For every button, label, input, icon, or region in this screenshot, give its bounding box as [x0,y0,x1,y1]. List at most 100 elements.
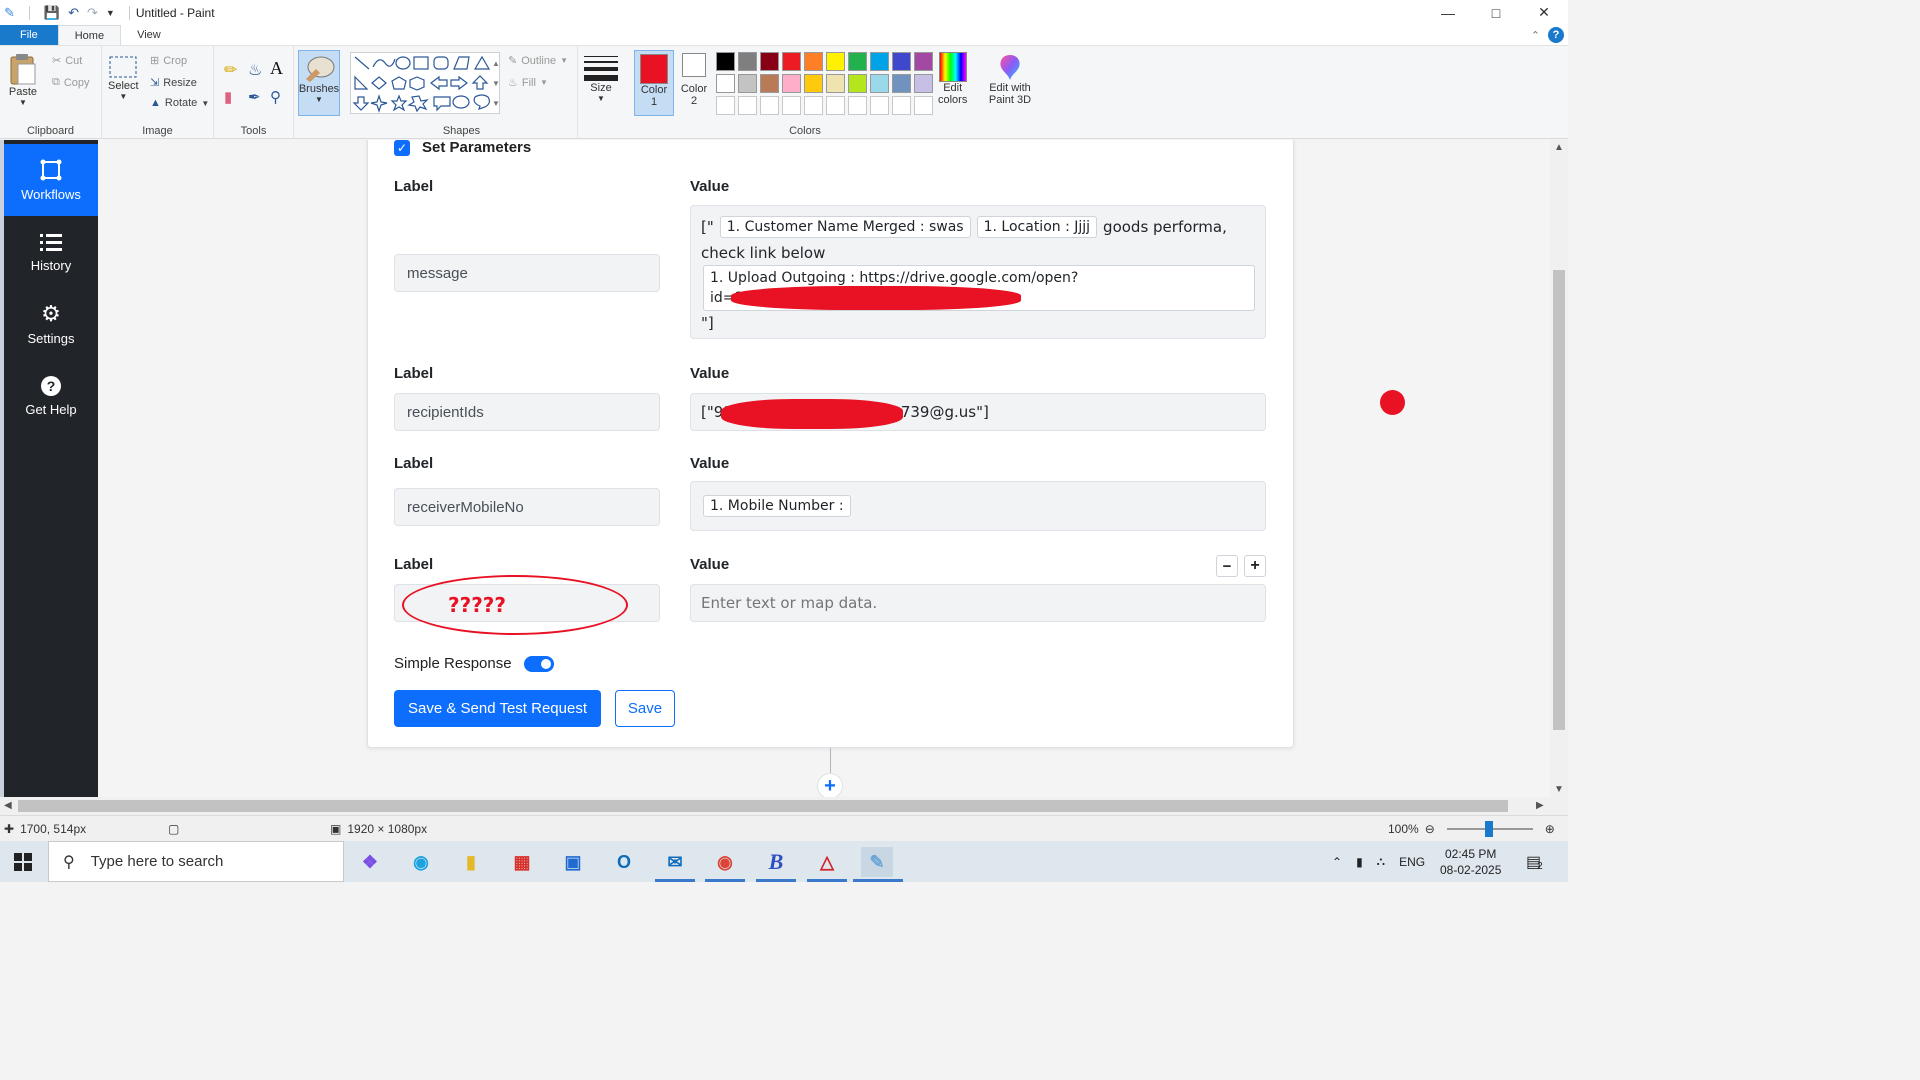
add-row-button[interactable]: + [1244,555,1266,577]
palette-swatch[interactable] [892,52,911,71]
text-tool-icon[interactable]: A [270,58,283,79]
shapes-gallery[interactable] [350,52,500,114]
help-icon[interactable]: ? [1548,27,1564,43]
file-explorer-icon[interactable]: ▮ [455,847,487,877]
palette-swatch[interactable] [738,96,757,115]
b-app-icon[interactable]: B [760,847,792,877]
palette-swatch[interactable] [892,74,911,93]
label-input-recipient-ids[interactable]: recipientIds [394,393,660,431]
gift-icon[interactable]: ▦ [506,847,538,877]
acrobat-icon[interactable]: △ [811,847,843,877]
redo-icon[interactable]: ↷ [87,5,98,21]
copy-button[interactable]: ⧉ Copy [52,76,90,89]
start-button[interactable] [14,853,32,871]
palette-swatch[interactable] [848,96,867,115]
horizontal-scrollbar[interactable]: ◀ ▶ [0,797,1568,815]
palette-swatch[interactable] [826,52,845,71]
undo-icon[interactable]: ↶ [68,5,79,21]
value-input-message[interactable]: [" 1. Customer Name Merged : swas 1. Loc… [690,205,1266,339]
palette-swatch[interactable] [782,52,801,71]
minimize-button[interactable]: — [1424,0,1472,25]
color-picker-icon[interactable]: ✒ [248,88,261,106]
palette-swatch[interactable] [716,52,735,71]
palette-swatch[interactable] [848,74,867,93]
palette-swatch[interactable] [760,96,779,115]
tray-overflow-icon[interactable]: ⌃ [1332,855,1342,869]
remove-row-button[interactable]: − [1216,555,1238,577]
palette-swatch[interactable] [848,52,867,71]
pencil-icon[interactable]: ✏ [224,60,237,80]
sidebar-item-workflows[interactable]: Workflows [4,144,98,216]
zoom-in-icon[interactable]: ⊕ [1545,822,1555,836]
sidebar-item-history[interactable]: History [4,216,98,288]
select-button[interactable]: Select ▼ [108,54,139,101]
palette-swatch[interactable] [760,74,779,93]
paint-taskbar-icon[interactable]: ✎ [861,847,893,877]
size-button[interactable]: Size ▼ [584,54,618,103]
scroll-thumb[interactable] [1553,270,1565,730]
chrome-icon[interactable]: ◉ [709,847,741,877]
color2-button[interactable]: Color 2 [676,53,712,107]
palette-swatch[interactable] [870,52,889,71]
sidebar-item-settings[interactable]: ⚙ Settings [4,288,98,360]
label-input-receiver-mobile[interactable]: receiverMobileNo [394,488,660,526]
palette-swatch[interactable] [870,74,889,93]
outlook-new-icon[interactable]: ✉ [659,847,691,877]
save-button[interactable]: Save [615,690,675,727]
palette-swatch[interactable] [760,52,779,71]
vertical-scrollbar[interactable]: ▲ ▼ [1550,140,1568,797]
language-indicator[interactable]: ENG [1399,855,1425,869]
palette-swatch[interactable] [782,96,801,115]
zoom-slider[interactable] [1446,821,1533,837]
notification-center[interactable]: ▤ 2 [1526,841,1543,882]
value-input-new[interactable] [690,584,1266,622]
close-button[interactable]: ✕ [1520,0,1568,25]
cut-button[interactable]: ✂ Cut [52,54,82,68]
magnifier-icon[interactable]: ⚲ [270,88,281,106]
value-input-recipient-ids[interactable]: ["91 739@g.us"] [690,393,1266,431]
palette-swatch[interactable] [716,96,735,115]
sidebar-item-get-help[interactable]: ? Get Help [4,360,98,432]
eraser-icon[interactable]: ▮ [224,88,232,106]
paint-canvas-area[interactable]: Workflows History ⚙ Settings ? Get Help … [0,140,1550,797]
resize-button[interactable]: ⇲ Resize [150,76,197,90]
mobile-number-chip[interactable]: 1. Mobile Number : [703,495,851,517]
brushes-button[interactable]: Brushes ▼ [298,50,340,116]
zoom-out-icon[interactable]: ⊖ [1425,822,1435,836]
outlook-icon[interactable]: O [608,847,640,877]
add-step-button[interactable]: + [817,773,843,797]
save-send-test-button[interactable]: Save & Send Test Request [394,690,601,727]
palette-swatch[interactable] [782,74,801,93]
fill-button[interactable]: ♨ Fill ▼ [508,76,548,90]
tab-home[interactable]: Home [57,25,122,45]
customize-dropdown-icon[interactable]: ▼ [106,8,115,18]
fill-bucket-icon[interactable]: ♨ [248,60,262,80]
paste-button[interactable]: Paste ▼ [8,52,38,107]
edit-paint3d-button[interactable]: Edit with Paint 3D [986,52,1034,106]
palette-swatch[interactable] [826,96,845,115]
label-input-message[interactable]: message [394,254,660,292]
clock[interactable]: 02:45 PM 08-02-2025 [1440,841,1501,882]
rotate-button[interactable]: ▲ Rotate ▼ [150,97,209,109]
taskbar-search[interactable]: ⚲ Type here to search [48,841,344,882]
palette-swatch[interactable] [914,52,933,71]
palette-swatch[interactable] [804,74,823,93]
shapes-scroll[interactable]: ▲ ▼ ▼ [492,54,500,114]
palette-swatch[interactable] [914,74,933,93]
palette-swatch[interactable] [870,96,889,115]
simple-response-toggle[interactable] [523,655,554,672]
palette-swatch[interactable] [738,74,757,93]
edge-icon[interactable]: ◉ [405,847,437,877]
scroll-down-arrow[interactable]: ▼ [1554,784,1564,795]
scroll-up-arrow[interactable]: ▲ [1554,142,1564,153]
palette-swatch[interactable] [914,96,933,115]
scroll-right-arrow[interactable]: ▶ [1536,800,1544,811]
outline-button[interactable]: ✎ Outline ▼ [508,54,568,68]
store-icon[interactable]: ▣ [557,847,589,877]
copilot-icon[interactable]: ❖ [354,847,386,877]
wifi-icon[interactable]: ⛬ [1377,854,1385,869]
palette-swatch[interactable] [892,96,911,115]
tab-file[interactable]: File [0,25,58,45]
scroll-left-arrow[interactable]: ◀ [4,800,12,811]
set-parameters-checkbox[interactable]: ✓ [394,140,410,156]
